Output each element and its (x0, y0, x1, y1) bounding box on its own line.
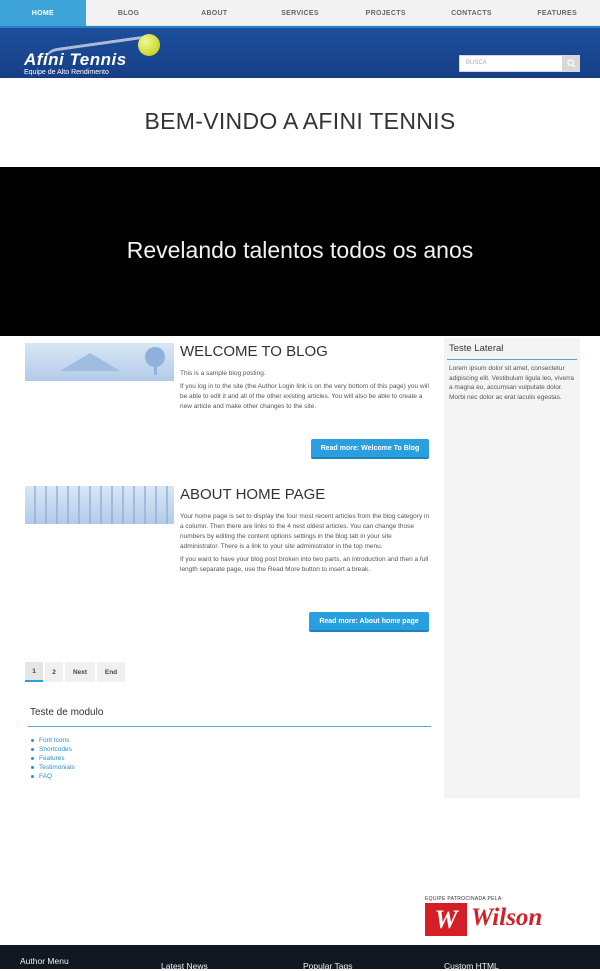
site-header: Afini Tennis Equipe de Alto Rendimento B… (0, 26, 600, 78)
page-link-next[interactable]: Next (65, 662, 95, 682)
page-link-2[interactable]: 2 (45, 662, 63, 682)
module-link-list: Font Icons Shortcodes Features Testimoni… (31, 736, 75, 781)
footer-heading-custom-html: Custom HTML (444, 961, 499, 971)
article-paragraph: Your home page is set to display the fou… (180, 513, 430, 550)
page-link-1[interactable]: 1 (25, 662, 43, 682)
article-paragraph: If you log in to the site (the Author Lo… (180, 383, 429, 410)
bullet-icon (31, 775, 34, 778)
sidebar-title: Teste Lateral (449, 343, 504, 354)
article-paragraph: This is a sample blog posting. (180, 370, 266, 377)
article-about-home-page: ABOUT HOME PAGE Your home page is set to… (25, 486, 430, 636)
page-link-end[interactable]: End (97, 662, 125, 682)
sponsor-logo[interactable]: EQUIPE PATROCINADA PELA: W Wilson (425, 896, 581, 940)
sponsor-caption: EQUIPE PATROCINADA PELA: (425, 896, 504, 902)
top-nav: HOME BLOG ABOUT SERVICES PROJECTS CONTAC… (0, 0, 600, 26)
module-link-font-icons[interactable]: Font Icons (31, 736, 75, 745)
sidebar-text: Lorem ipsum dolor sit amet, consectetur … (449, 365, 575, 401)
read-more-button[interactable]: Read more: Welcome To Blog (311, 439, 429, 459)
footer-heading-popular-tags: Popular Tags (303, 961, 353, 971)
search-button[interactable] (563, 55, 580, 72)
article-thumbnail (25, 486, 174, 524)
nav-item-projects[interactable]: PROJECTS (343, 0, 429, 26)
site-footer: Author Menu Latest News Popular Tags Cus… (0, 945, 600, 971)
module-divider (28, 726, 431, 727)
nav-item-services[interactable]: SERVICES (257, 0, 343, 26)
article-body: This is a sample blog posting. If you lo… (180, 369, 430, 415)
bullet-icon (31, 739, 34, 742)
article-title[interactable]: ABOUT HOME PAGE (180, 486, 325, 503)
bullet-icon (31, 757, 34, 760)
search-box: BUSCA (459, 55, 580, 72)
nav-item-features[interactable]: FEATURES (514, 0, 600, 26)
article-body: Your home page is set to display the fou… (180, 512, 430, 578)
bullet-icon (31, 766, 34, 769)
hero-caption: Revelando talentos todos os anos (126, 237, 474, 263)
footer-heading-latest-news: Latest News (161, 961, 208, 971)
sidebar-divider (447, 359, 577, 360)
nav-item-home[interactable]: HOME (0, 0, 86, 26)
sidebar: Teste Lateral Lorem ipsum dolor sit amet… (444, 338, 580, 798)
sponsor-name: Wilson (471, 904, 543, 931)
article-welcome-to-blog: WELCOME TO BLOG This is a sample blog po… (25, 343, 430, 463)
search-icon (567, 59, 576, 68)
article-title[interactable]: WELCOME TO BLOG (180, 343, 328, 360)
hero-banner: Revelando talentos todos os anos (0, 167, 600, 336)
logo-brand-text: Afini Tennis (24, 50, 127, 69)
bullet-icon (31, 748, 34, 751)
module-link-shortcodes[interactable]: Shortcodes (31, 745, 75, 754)
footer-heading-author-menu: Author Menu (20, 956, 69, 966)
tennis-ball-icon (138, 34, 160, 56)
wilson-w-icon: W (425, 903, 467, 936)
site-logo[interactable]: Afini Tennis Equipe de Alto Rendimento (22, 32, 172, 76)
page-title: BEM-VINDO A AFINI TENNIS (144, 108, 456, 134)
search-input[interactable]: BUSCA (459, 55, 563, 72)
nav-item-about[interactable]: ABOUT (171, 0, 257, 26)
module-link-testimonials[interactable]: Testimonials (31, 763, 75, 772)
logo-tagline: Equipe de Alto Rendimento (24, 69, 109, 76)
nav-item-blog[interactable]: BLOG (86, 0, 172, 26)
pagination: 1 2 Next End (25, 662, 125, 682)
article-thumbnail (25, 343, 174, 381)
read-more-button[interactable]: Read more: About home page (309, 612, 429, 632)
module-link-faq[interactable]: FAQ (31, 772, 75, 781)
nav-item-contacts[interactable]: CONTACTS (429, 0, 515, 26)
module-link-features[interactable]: Features (31, 754, 75, 763)
article-paragraph: If you want to have your blog post broke… (180, 556, 429, 573)
module-title: Teste de modulo (30, 707, 104, 718)
